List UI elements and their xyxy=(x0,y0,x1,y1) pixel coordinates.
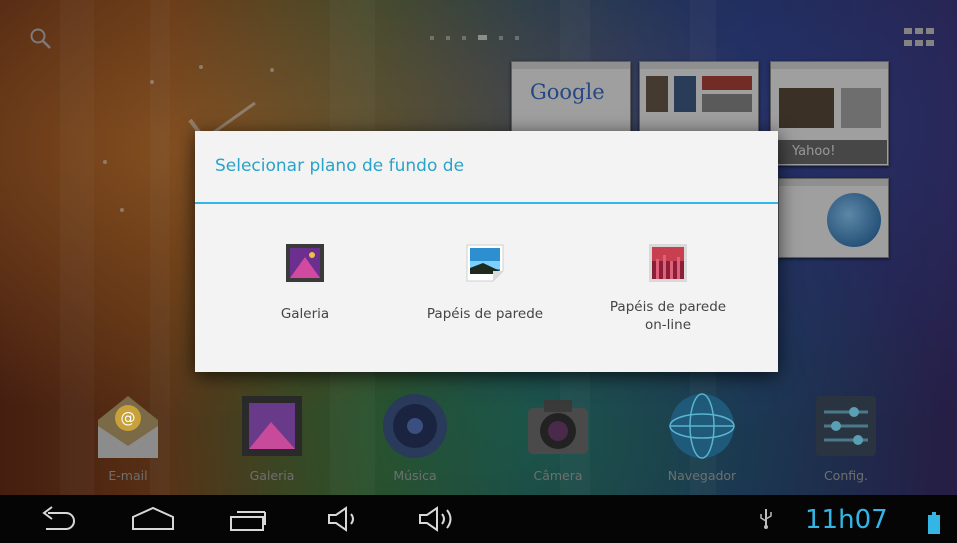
recent-apps-icon[interactable] xyxy=(227,505,271,533)
dock-gallery[interactable]: Galeria xyxy=(227,392,317,483)
dialog-divider xyxy=(195,202,778,204)
wallpaper-chooser-dialog: Selecionar plano de fundo de Galeria Pap… xyxy=(195,131,778,372)
option-label: Papéis de parede on-line xyxy=(588,298,748,334)
dock-label: Música xyxy=(393,468,437,483)
dock-label: Navegador xyxy=(667,468,737,483)
dock-label: Câmera xyxy=(533,468,583,483)
gallery-icon xyxy=(283,241,327,285)
volume-up-icon[interactable] xyxy=(417,505,459,533)
option-live-wallpapers[interactable]: Papéis de parede on-line xyxy=(588,241,748,334)
option-wallpapers[interactable]: Papéis de parede xyxy=(405,241,565,323)
dock-browser[interactable]: Navegador xyxy=(657,392,747,483)
music-icon xyxy=(379,392,451,462)
dock-music[interactable]: Música xyxy=(370,392,460,483)
camera-icon xyxy=(522,392,594,462)
dialog-title: Selecionar plano de fundo de xyxy=(215,156,465,176)
gallery-icon xyxy=(236,392,308,462)
option-label: Galeria xyxy=(280,306,330,322)
dock-label: Galeria xyxy=(249,468,295,483)
home-screen: Google Yahoo! @ E-mail Galeria Música Câ… xyxy=(0,0,957,543)
wallpapers-icon xyxy=(463,241,507,285)
email-icon: @ xyxy=(92,392,164,462)
option-label-line2: on-line xyxy=(644,317,692,333)
option-gallery[interactable]: Galeria xyxy=(225,241,385,323)
globe-icon xyxy=(666,392,738,462)
back-icon[interactable] xyxy=(36,505,78,533)
dock-label: E-mail xyxy=(108,468,148,483)
dock-label: Config. xyxy=(823,468,869,483)
home-icon[interactable] xyxy=(129,505,177,533)
svg-text:@: @ xyxy=(121,409,136,427)
option-label-line1: Papéis de parede xyxy=(609,299,727,315)
dock-email[interactable]: @ E-mail xyxy=(83,392,173,483)
option-label: Papéis de parede xyxy=(426,306,544,322)
settings-icon xyxy=(810,392,882,462)
dock-camera[interactable]: Câmera xyxy=(513,392,603,483)
dock-settings[interactable]: Config. xyxy=(801,392,891,483)
battery-icon xyxy=(928,512,940,534)
status-clock: 11h07 xyxy=(805,505,888,535)
live-wallpapers-icon xyxy=(646,241,690,285)
usb-icon xyxy=(760,509,772,529)
volume-down-icon[interactable] xyxy=(326,505,362,533)
